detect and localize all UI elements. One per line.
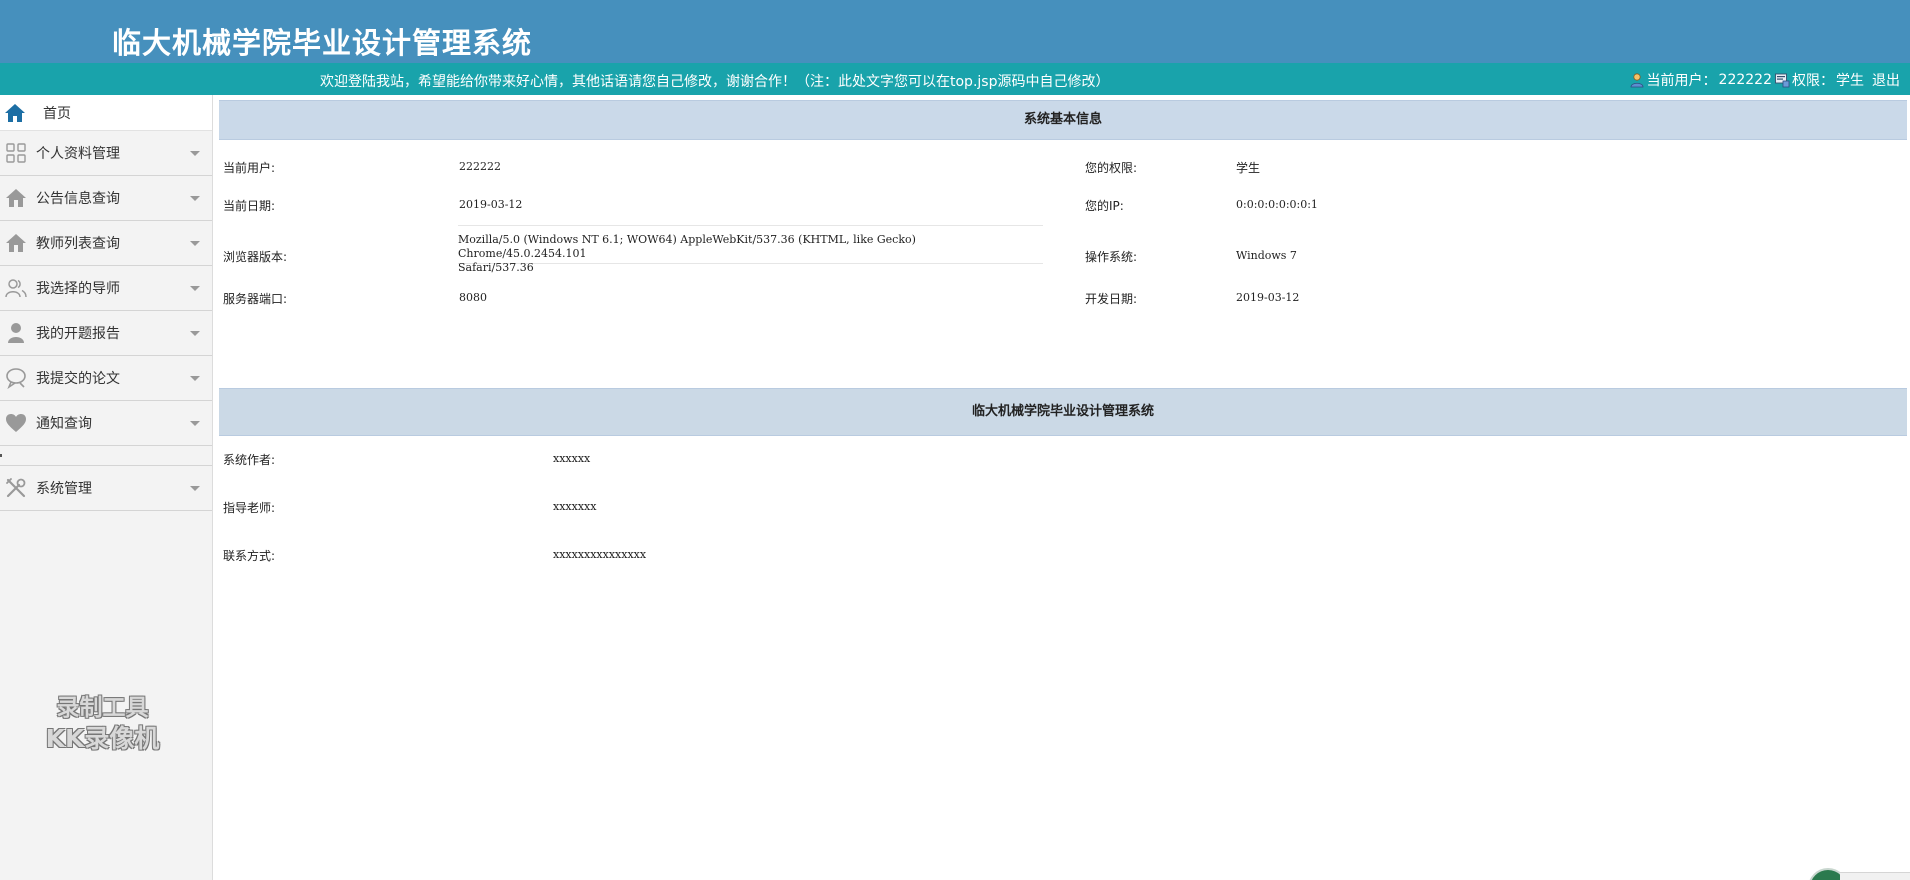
system-info-title: 系统基本信息 <box>219 100 1907 140</box>
info-row: 联系方式: xxxxxxxxxxxxxxx <box>219 547 1907 567</box>
divider-dot <box>0 454 2 457</box>
heart-icon <box>4 411 28 435</box>
sidebar-item-label: 个人资料管理 <box>36 146 120 162</box>
sidebar-item-label: 我选择的导师 <box>36 281 120 297</box>
info-value: xxxxxxxxxxxxxxx <box>553 548 647 561</box>
info-label: 操作系统: <box>1085 250 1138 264</box>
sidebar-item-label: 我提交的论文 <box>36 371 120 387</box>
browser-version-line1: Mozilla/5.0 (Windows NT 6.1; WOW64) Appl… <box>458 233 916 260</box>
info-label: 开发日期: <box>1085 292 1138 306</box>
top-header: 临大机械学院毕业设计管理系统 <box>0 0 1910 63</box>
main-content: 系统基本信息 当前用户: 222222 您的权限: 学生 当前日期: 2019-… <box>219 100 1907 586</box>
grid-icon <box>4 141 28 165</box>
info-row: 当前用户: 222222 您的权限: 学生 <box>219 159 1907 179</box>
info-value: 2019-03-12 <box>459 198 523 211</box>
recorder-watermark: 录制工具 KK录像机 <box>30 693 175 759</box>
chevron-down-icon <box>190 151 200 156</box>
sidebar-item-label: 系统管理 <box>36 481 92 497</box>
about-table: 系统作者: xxxxxx 指导老师: xxxxxxx 联系方式: xxxxxxx… <box>219 436 1907 586</box>
info-label: 联系方式: <box>223 549 276 563</box>
house-icon <box>4 231 28 255</box>
info-value: 学生 <box>1236 161 1261 175</box>
info-label: 服务器端口: <box>223 292 288 306</box>
chevron-down-icon <box>190 421 200 426</box>
info-value: Windows 7 <box>1236 249 1297 262</box>
info-label: 您的权限: <box>1085 161 1138 175</box>
browser-version-value: Mozilla/5.0 (Windows NT 6.1; WOW64) Appl… <box>458 225 1043 274</box>
info-row: 当前日期: 2019-03-12 您的IP: 0:0:0:0:0:0:0:1 <box>219 197 1907 217</box>
chat-icon <box>4 366 28 390</box>
info-value: xxxxxxx <box>553 500 597 513</box>
chevron-down-icon <box>190 196 200 201</box>
sidebar-item-my-advisor[interactable]: 我选择的导师 <box>0 266 212 311</box>
sidebar: 首页 个人资料管理 公告信息查询 教师列表查询 我选择的导师 我的开题报告 我提… <box>0 95 213 880</box>
current-user-value: 222222 <box>1718 72 1772 88</box>
chevron-down-icon <box>190 241 200 246</box>
sidebar-item-label: 首页 <box>43 105 71 122</box>
person-icon <box>4 321 28 345</box>
info-label: 当前日期: <box>223 199 276 213</box>
info-label: 指导老师: <box>223 501 276 515</box>
info-value: 8080 <box>459 291 487 304</box>
floating-widget[interactable] <box>1790 866 1910 880</box>
info-row: 指导老师: xxxxxxx <box>219 499 1907 519</box>
home-icon <box>3 101 27 125</box>
sidebar-item-system-admin[interactable]: 系统管理 <box>0 466 212 511</box>
info-row: 浏览器版本: Mozilla/5.0 (Windows NT 6.1; WOW6… <box>219 225 1907 274</box>
chevron-down-icon <box>190 331 200 336</box>
sidebar-item-label: 教师列表查询 <box>36 236 120 252</box>
watermark-line2: KK录像机 <box>45 724 160 753</box>
notice-bar: 欢迎登陆我站，希望能给你带来好心情，其他话语请您自己修改，谢谢合作！（注：此处文… <box>0 63 1910 95</box>
sidebar-item-teachers[interactable]: 教师列表查询 <box>0 221 212 266</box>
permission-value: 学生 <box>1836 73 1864 89</box>
users-icon <box>4 276 28 300</box>
tools-icon <box>4 476 28 500</box>
system-info-table: 当前用户: 222222 您的权限: 学生 当前日期: 2019-03-12 您… <box>219 140 1907 380</box>
info-label: 您的IP: <box>1085 199 1124 213</box>
site-title: 临大机械学院毕业设计管理系统 <box>112 26 533 60</box>
chevron-down-icon <box>190 286 200 291</box>
info-row: 系统作者: xxxxxx <box>219 451 1907 471</box>
sidebar-divider <box>0 446 212 466</box>
sidebar-item-proposal[interactable]: 我的开题报告 <box>0 311 212 356</box>
info-label: 浏览器版本: <box>223 250 288 264</box>
info-label: 系统作者: <box>223 453 276 467</box>
logout-link[interactable]: 退出 <box>1872 70 1900 90</box>
notice-text: 欢迎登陆我站，希望能给你带来好心情，其他话语请您自己修改，谢谢合作！（注：此处文… <box>320 74 1110 90</box>
info-value: 0:0:0:0:0:0:0:1 <box>1236 198 1318 211</box>
current-user-label: 当前用户： <box>1646 73 1717 89</box>
user-icon <box>1630 73 1643 88</box>
info-value: 2019-03-12 <box>1236 291 1300 304</box>
about-title: 临大机械学院毕业设计管理系统 <box>219 388 1907 436</box>
sidebar-item-thesis[interactable]: 我提交的论文 <box>0 356 212 401</box>
sidebar-item-announcements[interactable]: 公告信息查询 <box>0 176 212 221</box>
info-row: 服务器端口: 8080 开发日期: 2019-03-12 <box>219 290 1907 310</box>
permission-icon <box>1775 73 1790 88</box>
info-value: xxxxxx <box>553 452 591 465</box>
sidebar-item-notices[interactable]: 通知查询 <box>0 401 212 446</box>
permission-label: 权限： <box>1792 73 1834 89</box>
user-info: 当前用户： 222222 权限： 学生 退出 <box>1629 70 1900 90</box>
sidebar-item-label: 公告信息查询 <box>36 191 120 207</box>
widget-bar <box>1840 872 1910 880</box>
sidebar-item-label: 通知查询 <box>36 416 92 432</box>
sidebar-item-home[interactable]: 首页 <box>0 95 212 131</box>
watermark-line1: 录制工具 <box>56 695 149 721</box>
chevron-down-icon <box>190 486 200 491</box>
sidebar-item-profile[interactable]: 个人资料管理 <box>0 131 212 176</box>
browser-version-line2: Safari/537.36 <box>458 261 534 274</box>
info-value: 222222 <box>459 160 501 173</box>
info-label: 当前用户: <box>223 161 276 175</box>
chevron-down-icon <box>190 376 200 381</box>
house-icon <box>4 186 28 210</box>
sidebar-item-label: 我的开题报告 <box>36 326 120 342</box>
